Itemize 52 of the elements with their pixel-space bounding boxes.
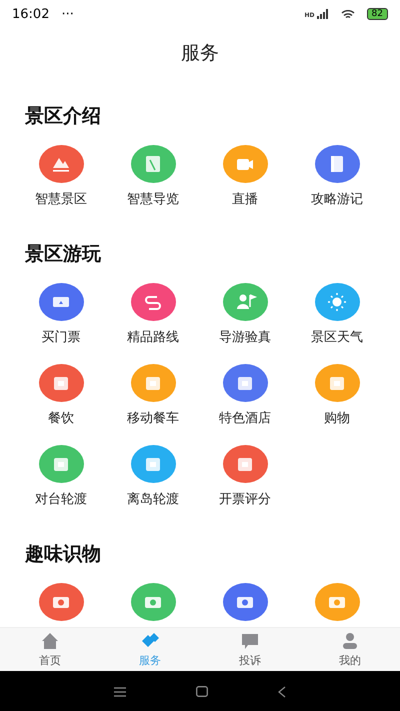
- page-title: 服务: [181, 41, 219, 66]
- service-label[interactable]: 餐饮: [48, 411, 74, 426]
- service-icon[interactable]: [130, 145, 176, 183]
- clock: 16:02: [12, 6, 50, 22]
- home-icon: [40, 631, 60, 651]
- service-icon[interactable]: [38, 145, 84, 183]
- person-icon: [340, 631, 360, 651]
- section-title: 趣味识物: [24, 542, 102, 566]
- battery-indicator: 82: [366, 8, 388, 20]
- service-label[interactable]: 景区天气: [311, 330, 363, 345]
- signal-icon: [316, 9, 329, 19]
- service-icon[interactable]: [222, 445, 268, 483]
- service-label[interactable]: 特色酒店: [219, 411, 271, 426]
- service-label[interactable]: 购物: [324, 411, 350, 426]
- service-label[interactable]: 开票评分: [219, 492, 271, 507]
- service-label[interactable]: 智慧景区: [35, 192, 87, 207]
- section-title: 景区游玩: [24, 242, 102, 266]
- service-label[interactable]: 买门票: [42, 330, 80, 345]
- service-label[interactable]: 智慧导览: [127, 192, 179, 207]
- tab[interactable]: 我的: [300, 628, 400, 671]
- service-label[interactable]: 移动餐车: [127, 411, 179, 426]
- service-icon[interactable]: [222, 364, 268, 402]
- service-icon[interactable]: [130, 445, 176, 483]
- service-icon[interactable]: [314, 283, 360, 321]
- service-icon[interactable]: [130, 283, 176, 321]
- service-icon[interactable]: [222, 283, 268, 321]
- service-label[interactable]: 直播: [232, 192, 258, 207]
- service-icon[interactable]: [314, 583, 360, 621]
- service-label[interactable]: 离岛轮渡: [127, 492, 179, 507]
- chat-icon: [240, 631, 260, 651]
- back-icon[interactable]: [278, 686, 286, 698]
- tab[interactable]: 首页: [0, 628, 100, 671]
- menu-dots: ···: [61, 6, 74, 22]
- service-label[interactable]: 导游验真: [219, 330, 271, 345]
- service-icon[interactable]: [38, 583, 84, 621]
- section-title: 景区介绍: [24, 104, 102, 128]
- service-icon[interactable]: [314, 364, 360, 402]
- tab[interactable]: 投诉: [200, 628, 300, 671]
- service-icon[interactable]: [130, 364, 176, 402]
- service-label[interactable]: 精品路线: [127, 330, 179, 345]
- service-icon[interactable]: [130, 583, 176, 621]
- service-icon[interactable]: [222, 583, 268, 621]
- menu-icon[interactable]: [114, 686, 126, 696]
- home-button-icon[interactable]: [196, 686, 208, 697]
- service-icon[interactable]: [38, 283, 84, 321]
- service-icon[interactable]: [38, 364, 84, 402]
- wifi-icon: [340, 8, 355, 20]
- service-label[interactable]: 攻略游记: [311, 192, 363, 207]
- service-icon[interactable]: [222, 145, 268, 183]
- service-icon[interactable]: [314, 145, 360, 183]
- service-icon[interactable]: [38, 445, 84, 483]
- service-label[interactable]: 对台轮渡: [35, 492, 87, 507]
